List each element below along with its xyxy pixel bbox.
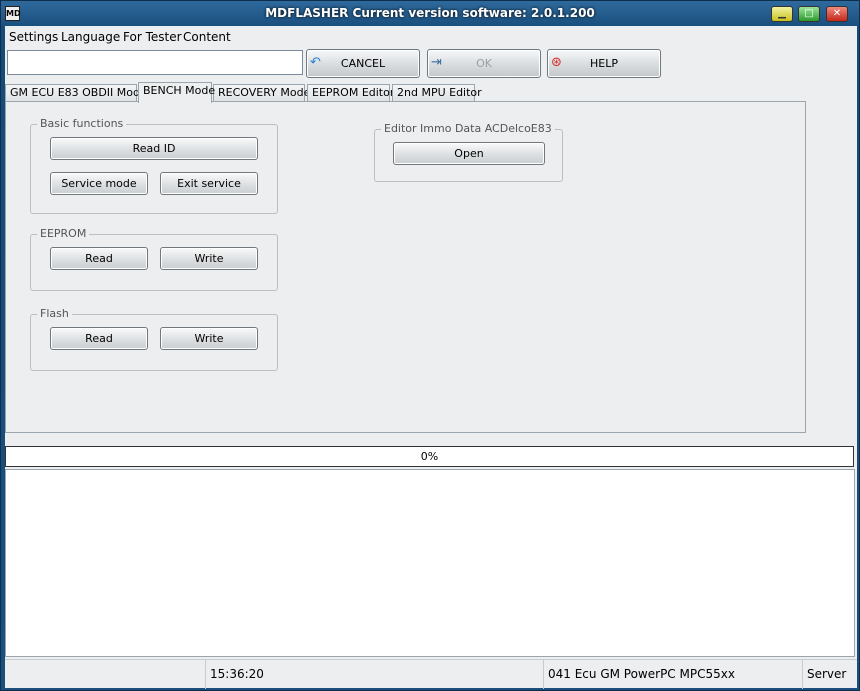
basic-functions-legend: Basic functions <box>37 117 127 130</box>
title-bar[interactable]: MD MDFLASHER Current version software: 2… <box>1 1 859 26</box>
status-cell-empty <box>5 660 205 689</box>
tab-2nd-mpu-editor[interactable]: 2nd MPU Editor <box>392 84 482 102</box>
flash-write-button[interactable]: Write <box>160 327 258 350</box>
status-bar: 15:36:20 041 Ecu GM PowerPC MPC55xx Serv… <box>5 659 857 689</box>
help-button[interactable]: ⊛ HELP <box>547 49 661 78</box>
menu-content[interactable]: Content <box>183 30 231 44</box>
minimize-icon: ▁ <box>778 8 786 19</box>
immo-editor-legend: Editor Immo Data ACDelcoE83 <box>381 122 555 135</box>
cancel-button[interactable]: ↶ CANCEL <box>306 49 420 78</box>
ok-label: OK <box>476 57 492 70</box>
status-server: Server <box>802 660 857 689</box>
door-enter-icon: ⇥ <box>431 55 442 70</box>
eeprom-read-button[interactable]: Read <box>50 247 148 270</box>
flash-group: Flash Read Write <box>30 307 278 371</box>
status-time: 15:36:20 <box>205 660 543 689</box>
tab-recovery-mode[interactable]: RECOVERY Mode <box>213 84 310 102</box>
window-title: MDFLASHER Current version software: 2.0.… <box>265 6 595 20</box>
cancel-label: CANCEL <box>340 57 386 70</box>
progress-bar: 0% <box>5 446 854 467</box>
maximize-icon: □ <box>804 8 814 19</box>
command-input[interactable] <box>7 50 303 75</box>
undo-arrow-icon: ↶ <box>310 55 321 70</box>
exit-service-button[interactable]: Exit service <box>160 172 258 195</box>
lifebuoy-icon: ⊛ <box>551 55 562 70</box>
client-area: Settings Language For Tester Content ↶ C… <box>5 26 857 689</box>
basic-functions-group: Basic functions Read ID Service mode Exi… <box>30 117 278 214</box>
help-label: HELP <box>590 57 618 70</box>
maximize-button[interactable]: □ <box>798 6 820 22</box>
ok-button[interactable]: ⇥ OK <box>427 49 541 78</box>
flash-read-button[interactable]: Read <box>50 327 148 350</box>
close-button[interactable]: ✕ <box>826 6 848 22</box>
minimize-button[interactable]: ▁ <box>771 6 793 22</box>
app-window: MD MDFLASHER Current version software: 2… <box>0 0 860 691</box>
close-icon: ✕ <box>832 8 842 19</box>
eeprom-group: EEPROM Read Write <box>30 227 278 291</box>
menu-settings[interactable]: Settings <box>9 30 58 44</box>
tab-bench-mode[interactable]: BENCH Mode <box>138 82 215 103</box>
menu-bar: Settings Language For Tester Content <box>5 26 857 48</box>
immo-editor-group: Editor Immo Data ACDelcoE83 Open <box>374 122 563 182</box>
immo-open-button[interactable]: Open <box>393 142 545 165</box>
bench-mode-panel: Basic functions Read ID Service mode Exi… <box>5 101 806 433</box>
eeprom-write-button[interactable]: Write <box>160 247 258 270</box>
progress-text: 0% <box>420 450 439 463</box>
eeprom-legend: EEPROM <box>37 227 90 240</box>
menu-language[interactable]: Language <box>61 30 120 44</box>
menu-for-tester[interactable]: For Tester <box>123 30 182 44</box>
tab-eeprom-editor[interactable]: EEPROM Editor <box>307 84 394 102</box>
log-area[interactable] <box>5 469 855 657</box>
status-ecu: 041 Ecu GM PowerPC MPC55xx <box>543 660 802 689</box>
read-id-button[interactable]: Read ID <box>50 137 258 160</box>
tab-gm-ecu-e83-obdii[interactable]: GM ECU E83 OBDII Mode <box>5 84 147 102</box>
flash-legend: Flash <box>37 307 72 320</box>
service-mode-button[interactable]: Service mode <box>50 172 148 195</box>
